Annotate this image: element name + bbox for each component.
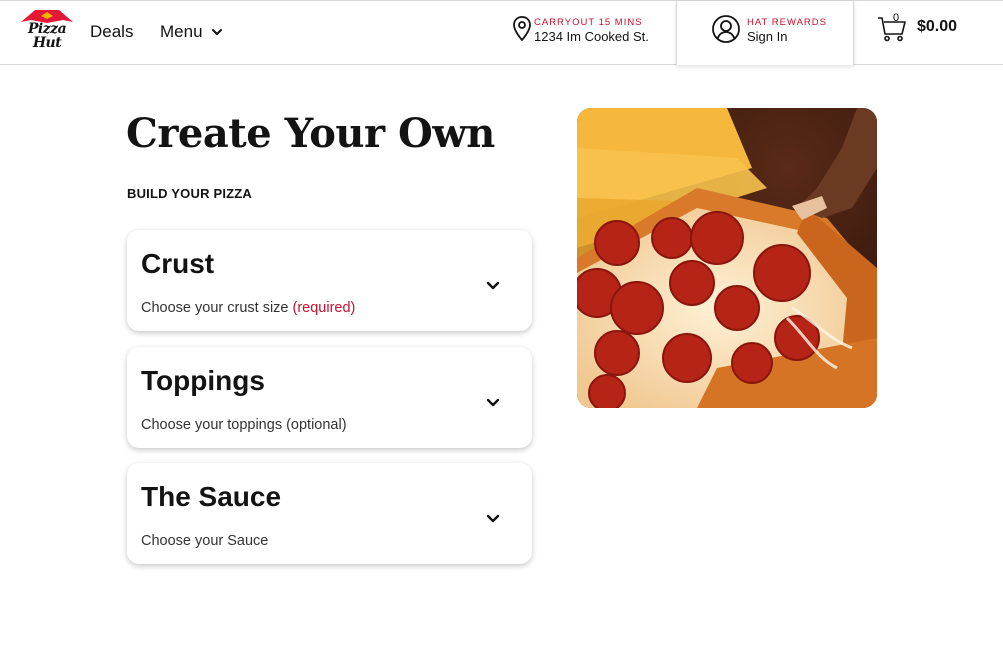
pepperoni-pizza-image — [577, 108, 877, 408]
hat-rewards-sign-in-button[interactable]: HAT REWARDS Sign In — [676, 1, 854, 65]
site-header: Pizza Hut Deals Menu CARRYOUT 15 MINS 12… — [0, 0, 1003, 65]
hat-rewards-label: HAT REWARDS — [747, 17, 827, 28]
required-tag: (required) — [292, 300, 356, 316]
nav-deals-link[interactable]: Deals — [90, 22, 133, 42]
pizza-hut-logo[interactable]: Pizza Hut — [19, 8, 75, 54]
user-circle-icon — [712, 15, 740, 43]
nav-menu-link[interactable]: Menu — [160, 22, 203, 42]
cart-item-count: 0 — [893, 12, 900, 24]
pizza-hero-image — [577, 108, 877, 408]
cart-button[interactable]: 0 $0.00 — [876, 12, 976, 48]
shopping-cart-icon — [878, 17, 906, 42]
location-pin-icon — [513, 16, 531, 42]
chevron-down-icon[interactable] — [485, 280, 501, 292]
toppings-section-description: Choose your toppings (optional) — [141, 417, 347, 433]
chevron-down-icon[interactable] — [211, 26, 223, 38]
carryout-time-label: CARRYOUT 15 MINS — [534, 17, 643, 28]
page-title: Create Your Own — [126, 110, 495, 157]
sauce-section-accordion[interactable]: The Sauce Choose your Sauce — [127, 463, 532, 564]
cart-total: $0.00 — [917, 18, 958, 35]
logo-text-hut: Hut — [32, 35, 62, 51]
carryout-address: 1234 Im Cooked St. — [534, 29, 649, 44]
sign-in-label: Sign In — [747, 29, 788, 44]
build-your-pizza-subhead: BUILD YOUR PIZZA — [127, 186, 253, 201]
chevron-down-icon[interactable] — [485, 513, 501, 525]
chevron-down-icon[interactable] — [485, 397, 501, 409]
sauce-section-description: Choose your Sauce — [141, 533, 269, 549]
sauce-section-title: The Sauce — [141, 481, 282, 512]
logo-text-pizza: Pizza — [27, 21, 67, 37]
toppings-section-accordion[interactable]: Toppings Choose your toppings (optional) — [127, 347, 532, 448]
crust-desc-text: Choose your crust size — [141, 300, 289, 316]
crust-section-description: Choose your crust size (required) — [141, 300, 355, 316]
toppings-section-title: Toppings — [141, 365, 265, 396]
crust-section-title: Crust — [141, 248, 215, 279]
crust-section-accordion[interactable]: Crust Choose your crust size (required) — [127, 230, 532, 331]
carryout-location-button[interactable]: CARRYOUT 15 MINS 1234 Im Cooked St. — [512, 15, 662, 49]
